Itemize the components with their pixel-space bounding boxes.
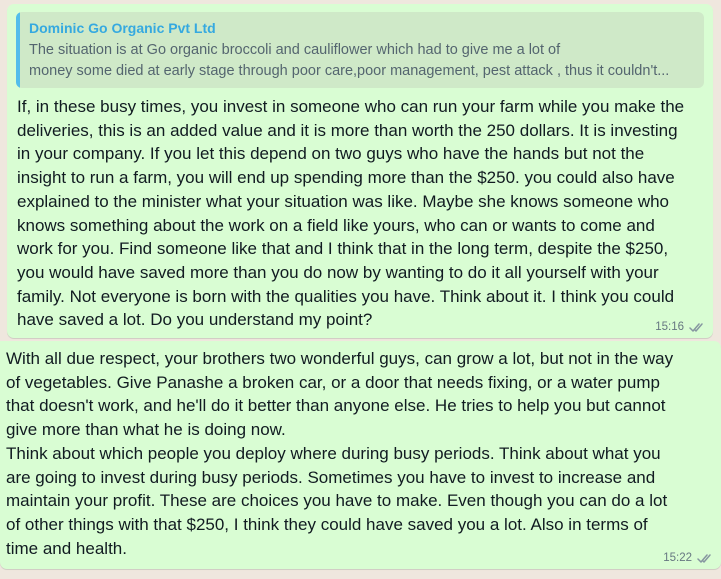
quoted-message-text: The situation is at Go organic broccoli … (29, 40, 694, 82)
message-text: With all due respect, your brothers two … (6, 347, 716, 560)
chat-area: Dominic Go Organic Pvt Ltd The situation… (0, 0, 721, 579)
message-line: of vegetables. Give Panashe a broken car… (6, 372, 660, 392)
message-line: Think about which people you deploy wher… (6, 443, 661, 463)
quote-accent-bar (16, 12, 20, 88)
message-line: give more than what he is doing now. (6, 420, 286, 440)
message-line: maintain your profit. These are choices … (6, 491, 668, 511)
message-line: explained to the minister what your situ… (17, 191, 670, 211)
message-line: you would have saved more than you do no… (17, 262, 659, 282)
message-meta: 15:22 (663, 552, 713, 564)
double-check-read-icon (689, 322, 703, 332)
message-line: time and health. (6, 538, 127, 558)
quoted-line: The situation is at Go organic broccoli … (29, 42, 561, 58)
message-line: deliveries, this is an added value and i… (17, 120, 678, 140)
message-time: 15:22 (663, 552, 692, 564)
message-line: insight to run a farm, you will end up s… (17, 168, 675, 188)
message-line: of other things with that $250, I think … (6, 514, 648, 534)
message-time: 15:16 (655, 321, 684, 333)
message-line: knows something about the work on a fiel… (17, 215, 655, 235)
message-line: have saved a lot. Do you understand my p… (17, 310, 373, 330)
message-meta: 15:16 (655, 321, 705, 333)
message-line: family. Not everyone is born with the qu… (17, 286, 675, 306)
quoted-author-name: Dominic Go Organic Pvt Ltd (29, 20, 216, 36)
quoted-message[interactable]: Dominic Go Organic Pvt Ltd The situation… (16, 12, 704, 88)
message-text: If, in these busy times, you invest in s… (17, 95, 707, 332)
message-line: in your company. If you let this depend … (17, 144, 645, 164)
message-line: that doesn't work, and he'll do it bette… (6, 396, 666, 416)
outgoing-message-bubble[interactable]: Dominic Go Organic Pvt Ltd The situation… (7, 4, 713, 338)
message-line: With all due respect, your brothers two … (6, 349, 674, 368)
quoted-line: money some died at early stage through p… (29, 63, 670, 79)
message-line: work for you. Find someone like that and… (17, 239, 669, 259)
message-line: are going to invest during busy periods.… (6, 467, 656, 487)
message-line: If, in these busy times, you invest in s… (17, 97, 685, 116)
outgoing-message-bubble[interactable]: With all due respect, your brothers two … (0, 341, 721, 569)
double-check-read-icon (697, 553, 711, 563)
